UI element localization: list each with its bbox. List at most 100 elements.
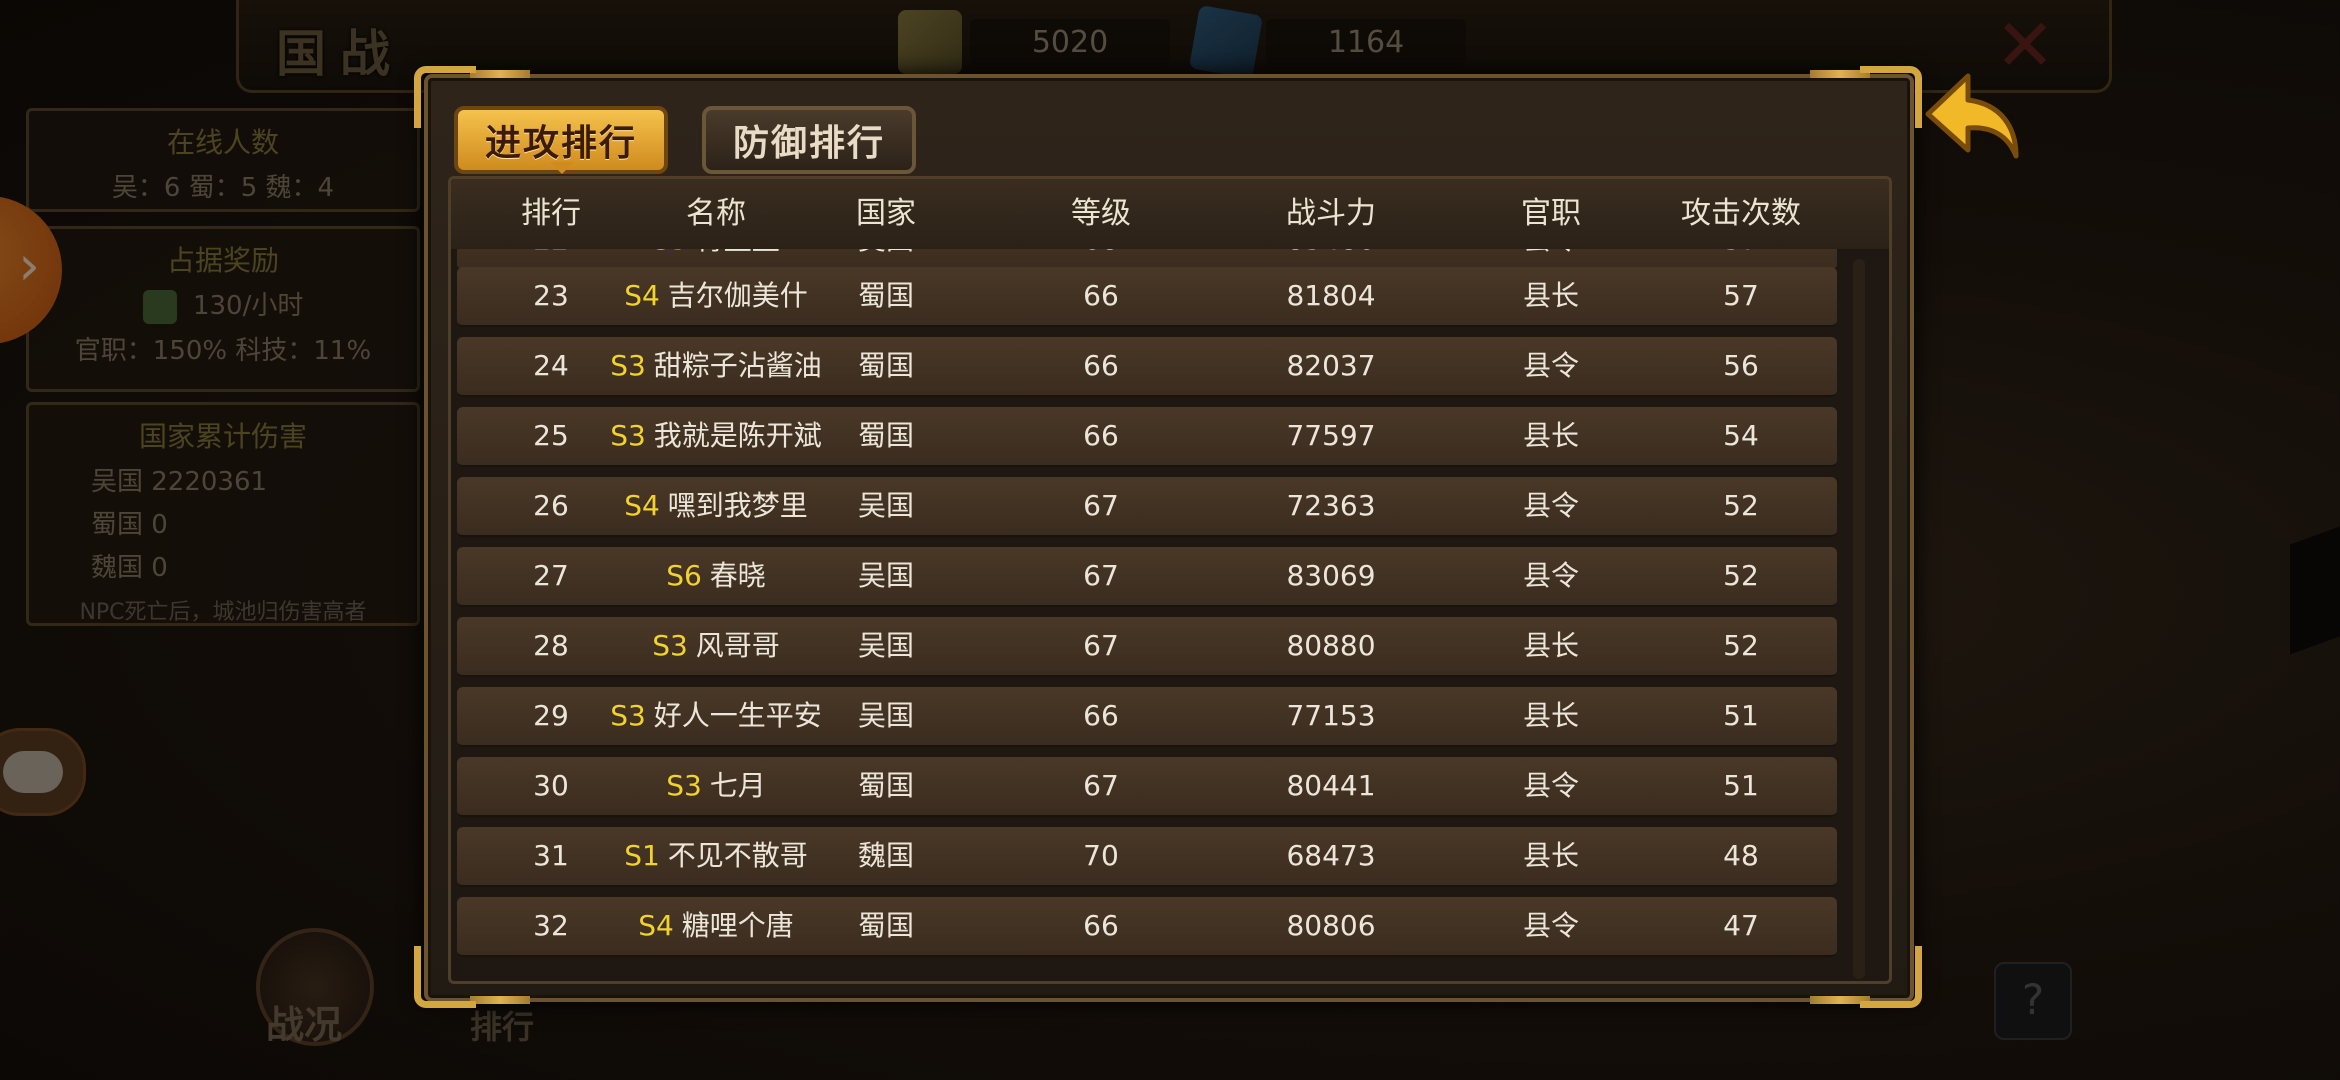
cell-country: 吴国: [857, 489, 914, 522]
ranking-label[interactable]: 排行: [470, 1002, 534, 1048]
table-row[interactable]: 30 S3 七月 蜀国 67 80441 县令 51: [457, 757, 1837, 817]
cell-power: 80880: [1286, 629, 1376, 662]
cell-level: 67: [1083, 489, 1119, 522]
col-rank: 排行: [521, 196, 581, 231]
online-panel: 在线人数 吴：6 蜀：5 魏：4: [26, 108, 420, 212]
cell-attacks: 57: [1723, 279, 1759, 312]
table-row[interactable]: 31 S1 不见不散哥 魏国 70 68473 县长 48: [457, 827, 1837, 887]
cell-rank: 31: [533, 839, 569, 872]
cell-level: 70: [1083, 839, 1119, 872]
tab-attack-ranking[interactable]: 进攻排行: [454, 106, 668, 174]
server-tag: S3: [652, 629, 688, 662]
table-row[interactable]: 32 S4 糖哩个唐 蜀国 66 80806 县令 47: [457, 897, 1837, 957]
reward-panel: 占据奖励 130/小时 官职：150% 科技：11%: [26, 226, 420, 392]
cell-country: 蜀国: [857, 419, 914, 452]
cell-level: 66: [1083, 699, 1119, 732]
cell-title: 县长: [1522, 419, 1579, 452]
damage-wei: 魏国 0: [91, 553, 168, 583]
table-body[interactable]: 22S5青监监吴国6885480县令5723S4吉尔伽美什蜀国6681804县长…: [451, 249, 1889, 981]
cell-title: 县令: [1522, 489, 1579, 522]
cell-title: 县令: [1522, 559, 1579, 592]
cell-level: 68: [1021, 249, 1181, 269]
chat-button[interactable]: [0, 728, 86, 816]
server-tag: S4: [638, 909, 674, 942]
table-row[interactable]: 28 S3 风哥哥 吴国 67 80880 县长 52: [457, 617, 1837, 677]
cell-title: 县令: [1522, 909, 1579, 942]
cell-attacks: 51: [1723, 769, 1759, 802]
server-tag: S3: [610, 349, 646, 382]
player-name: 嘿到我梦里: [667, 489, 808, 522]
cell-power: 83069: [1286, 559, 1376, 592]
player-name: 我就是陈开斌: [653, 419, 822, 452]
cell-power: 82037: [1286, 349, 1376, 382]
scroll-icon: [898, 10, 962, 74]
frame-corner: [1860, 66, 1922, 128]
table-row[interactable]: 27 S6 春晓 吴国 67 83069 县令 52: [457, 547, 1837, 607]
cell-attacks: 47: [1723, 909, 1759, 942]
table-row[interactable]: 29 S3 好人一生平安 吴国 66 77153 县长 51: [457, 687, 1837, 747]
cell-power: 81804: [1286, 279, 1376, 312]
cell-country: 蜀国: [857, 769, 914, 802]
cell-level: 66: [1083, 349, 1119, 382]
cell-power: 68473: [1286, 839, 1376, 872]
table-row[interactable]: 24 S3 甜粽子沾酱油 蜀国 66 82037 县令 56: [457, 337, 1837, 397]
server-tag: S3: [610, 699, 646, 732]
col-power: 战斗力: [1286, 196, 1376, 231]
cell-country: 吴国: [857, 559, 914, 592]
cell-title: 县长: [1522, 699, 1579, 732]
cell-rank: 24: [533, 349, 569, 382]
server-tag: S5: [652, 249, 688, 256]
table-scrollbar[interactable]: [1853, 259, 1865, 979]
cell-title: 县令: [1491, 249, 1611, 269]
table-row[interactable]: 23 S4 吉尔伽美什 蜀国 66 81804 县长 57: [457, 267, 1837, 327]
damage-panel: 国家累计伤害 吴国 2220361 蜀国 0 魏国 0 NPC死亡后，城池归伤害…: [26, 402, 420, 626]
online-title: 在线人数: [166, 126, 279, 159]
resource-scroll-value: 5020: [970, 19, 1170, 65]
cell-attacks: 54: [1723, 419, 1759, 452]
cell-level: 67: [1083, 629, 1119, 662]
player-name: 糖哩个唐: [681, 909, 794, 942]
cell-level: 67: [1083, 769, 1119, 802]
cell-attacks: 57: [1651, 249, 1831, 269]
cell-level: 66: [1083, 279, 1119, 312]
cell-power: 85480: [1231, 249, 1431, 269]
cell-attacks: 52: [1723, 559, 1759, 592]
col-level: 等级: [1071, 196, 1131, 231]
cell-level: 66: [1083, 909, 1119, 942]
damage-note: NPC死亡后，城池归伤害高者: [79, 600, 367, 625]
cell-name: S4 吉尔伽美什: [601, 267, 831, 325]
cell-name: S3 风哥哥: [601, 617, 831, 675]
reward-icon: [142, 289, 177, 324]
frame-ornament: [470, 996, 530, 1004]
cell-name: S3 七月: [601, 757, 831, 815]
cell-attacks: 48: [1723, 839, 1759, 872]
tab-defense-ranking[interactable]: 防御排行: [702, 106, 916, 174]
table-row[interactable]: 26 S4 嘿到我梦里 吴国 67 72363 县令 52: [457, 477, 1837, 537]
player-name: 风哥哥: [695, 629, 780, 662]
cell-name: S6 春晓: [601, 547, 831, 605]
player-name: 春晓: [709, 559, 766, 592]
cell-country: 蜀国: [857, 279, 914, 312]
cell-rank: 29: [533, 699, 569, 732]
cell-name: S5 青监监: [601, 249, 831, 269]
damage-wu: 吴国 2220361: [91, 467, 268, 497]
cell-name: S1 不见不散哥: [601, 827, 831, 885]
help-button[interactable]: ?: [1994, 962, 2072, 1040]
cell-level: 66: [1083, 419, 1119, 452]
cell-rank: 32: [533, 909, 569, 942]
cell-rank: 30: [533, 769, 569, 802]
gem-icon: [1188, 4, 1264, 80]
resource-scroll: 5020: [898, 10, 1170, 74]
cell-level: 67: [1083, 559, 1119, 592]
cell-country: 吴国: [857, 629, 914, 662]
cell-title: 县长: [1522, 839, 1579, 872]
back-arrow-icon[interactable]: [1922, 70, 2022, 164]
cell-name: S4 嘿到我梦里: [601, 477, 831, 535]
cell-power: 80806: [1286, 909, 1376, 942]
cell-rank: 23: [533, 279, 569, 312]
cell-power: 72363: [1286, 489, 1376, 522]
server-tag: S3: [610, 419, 646, 452]
battle-status-label: 战况: [266, 1003, 343, 1047]
cell-attacks: 51: [1723, 699, 1759, 732]
table-row[interactable]: 25 S3 我就是陈开斌 蜀国 66 77597 县长 54: [457, 407, 1837, 467]
